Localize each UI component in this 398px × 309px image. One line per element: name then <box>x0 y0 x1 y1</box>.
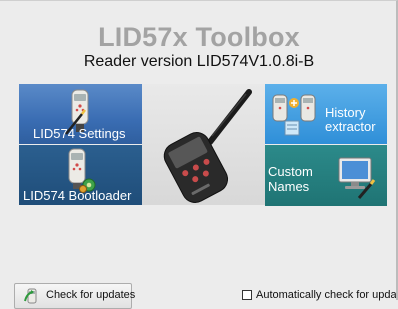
history-tile-label-line2: extractor <box>325 119 376 134</box>
device-photo-tile <box>142 84 265 205</box>
custom-names-tile[interactable]: Custom Names <box>265 145 387 206</box>
auto-check-label[interactable]: Automatically check for updates <box>256 289 398 301</box>
settings-tile[interactable]: LID574 Settings <box>19 84 142 144</box>
bootloader-tile[interactable]: LID574 Bootloader <box>19 145 142 205</box>
settings-tile-label: LID574 Settings <box>33 126 126 141</box>
monitor-edit-icon <box>338 157 376 199</box>
check-for-updates-button[interactable]: Check for updates <box>14 283 136 309</box>
check-for-updates-label: Check for updates <box>46 289 136 301</box>
history-extractor-tile[interactable]: History extractor <box>265 84 387 144</box>
lid574-reader-device-image <box>163 89 252 203</box>
history-tile-label-line1: History <box>325 105 366 120</box>
app-title: LID57x Toolbox <box>98 22 300 52</box>
bootloader-tile-label: LID574 Bootloader <box>23 188 132 203</box>
history-extractor-icon <box>272 94 316 136</box>
custom-tile-label-line1: Custom <box>268 164 313 179</box>
custom-tile-label-line2: Names <box>268 179 310 194</box>
auto-check-checkbox[interactable] <box>242 290 252 300</box>
toolbox-window: LID57x Toolbox Reader version LID574V1.0… <box>0 0 398 309</box>
reader-version: Reader version LID574V1.0.8i-B <box>83 53 315 70</box>
check-updates-icon <box>24 288 37 304</box>
